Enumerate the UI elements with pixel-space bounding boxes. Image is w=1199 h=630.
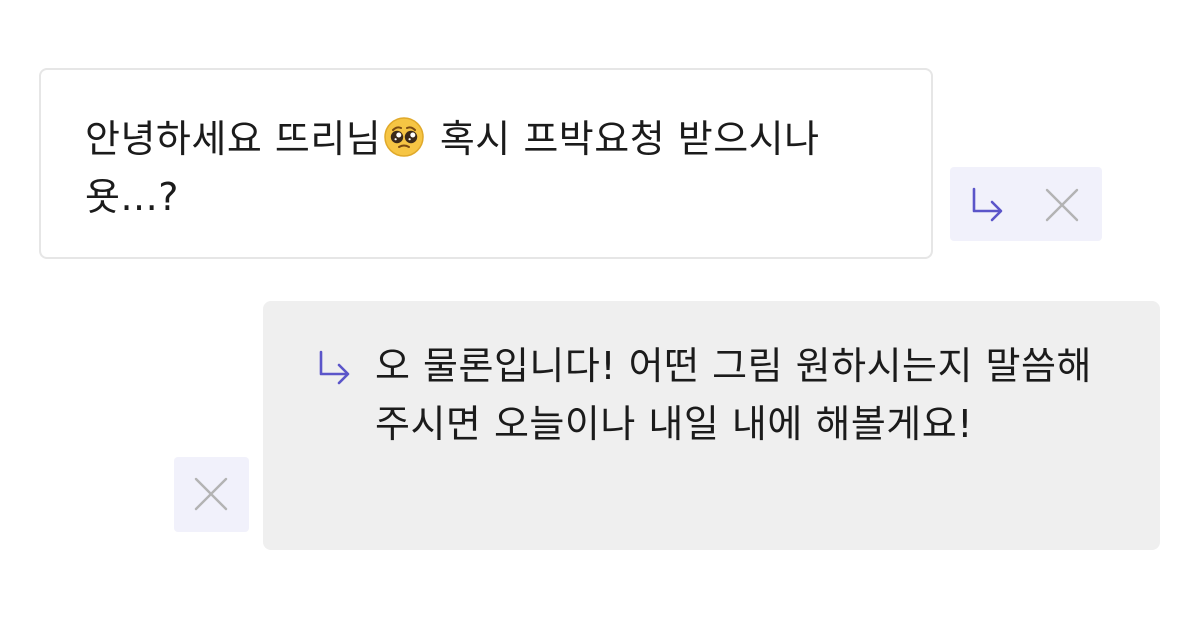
question-action-box bbox=[950, 167, 1102, 241]
close-icon[interactable] bbox=[1044, 187, 1080, 223]
answer-action-box bbox=[174, 457, 249, 532]
close-icon[interactable] bbox=[193, 476, 229, 512]
question-card: 안녕하세요 뜨리님 혹시 프박요청 받으시나욧...? bbox=[39, 68, 933, 259]
question-text: 안녕하세요 뜨리님 혹시 프박요청 받으시나욧...? bbox=[85, 110, 881, 226]
answer-card: 오 물론입니다! 어떤 그림 원하시는지 말씀해주시면 오늘이나 내일 내에 해… bbox=[263, 301, 1160, 550]
pleading-face-emoji-icon bbox=[383, 116, 425, 158]
question-text-part-1: 안녕하세요 뜨리님 bbox=[85, 117, 382, 161]
reply-arrow-icon[interactable] bbox=[968, 185, 1008, 225]
reply-arrow-icon bbox=[315, 348, 355, 388]
answer-text: 오 물론입니다! 어떤 그림 원하시는지 말씀해주시면 오늘이나 내일 내에 해… bbox=[375, 344, 1092, 446]
